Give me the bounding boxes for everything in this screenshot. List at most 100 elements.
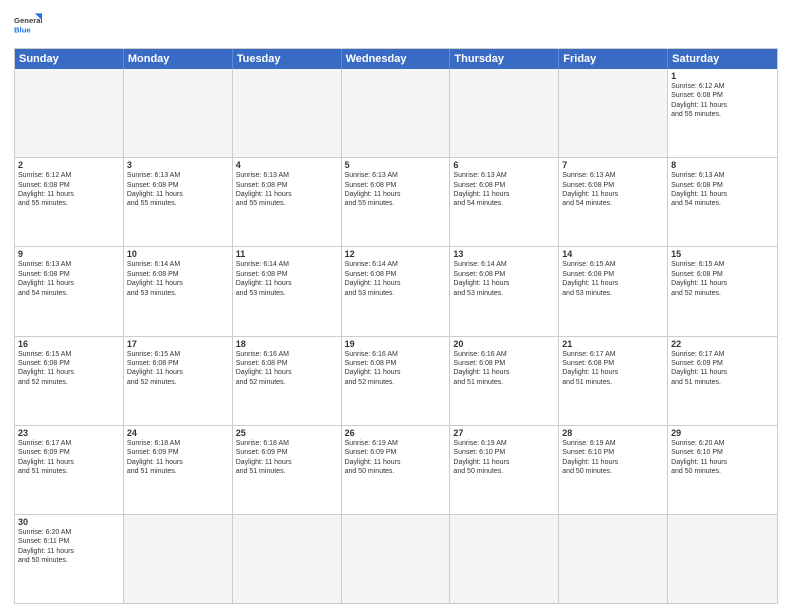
calendar-cell [668,515,777,603]
day-number: 18 [236,339,338,349]
day-number: 15 [671,249,774,259]
weekday-header: Thursday [450,49,559,69]
calendar-cell: 6Sunrise: 6:13 AM Sunset: 6:08 PM Daylig… [450,158,559,246]
day-number: 3 [127,160,229,170]
day-info: Sunrise: 6:12 AM Sunset: 6:08 PM Dayligh… [671,82,774,120]
svg-text:General: General [14,16,42,25]
calendar-cell [559,69,668,157]
day-info: Sunrise: 6:13 AM Sunset: 6:08 PM Dayligh… [18,260,120,298]
day-number: 22 [671,339,774,349]
calendar-cell: 10Sunrise: 6:14 AM Sunset: 6:08 PM Dayli… [124,247,233,335]
weekday-header: Wednesday [342,49,451,69]
calendar-cell: 1Sunrise: 6:12 AM Sunset: 6:08 PM Daylig… [668,69,777,157]
day-number: 9 [18,249,120,259]
calendar-cell: 23Sunrise: 6:17 AM Sunset: 6:09 PM Dayli… [15,426,124,514]
calendar-cell [124,69,233,157]
day-number: 27 [453,428,555,438]
calendar-header: SundayMondayTuesdayWednesdayThursdayFrid… [15,49,777,69]
calendar-cell: 22Sunrise: 6:17 AM Sunset: 6:09 PM Dayli… [668,337,777,425]
day-info: Sunrise: 6:16 AM Sunset: 6:08 PM Dayligh… [345,350,447,388]
calendar-cell: 26Sunrise: 6:19 AM Sunset: 6:09 PM Dayli… [342,426,451,514]
day-info: Sunrise: 6:13 AM Sunset: 6:08 PM Dayligh… [345,171,447,209]
day-info: Sunrise: 6:19 AM Sunset: 6:10 PM Dayligh… [453,439,555,477]
day-info: Sunrise: 6:15 AM Sunset: 6:08 PM Dayligh… [127,350,229,388]
day-info: Sunrise: 6:18 AM Sunset: 6:09 PM Dayligh… [127,439,229,477]
calendar-cell: 14Sunrise: 6:15 AM Sunset: 6:08 PM Dayli… [559,247,668,335]
calendar-cell: 7Sunrise: 6:13 AM Sunset: 6:08 PM Daylig… [559,158,668,246]
calendar-cell: 11Sunrise: 6:14 AM Sunset: 6:08 PM Dayli… [233,247,342,335]
calendar-row: 2Sunrise: 6:12 AM Sunset: 6:08 PM Daylig… [15,158,777,247]
day-info: Sunrise: 6:15 AM Sunset: 6:08 PM Dayligh… [562,260,664,298]
calendar-row: 23Sunrise: 6:17 AM Sunset: 6:09 PM Dayli… [15,426,777,515]
weekday-header: Sunday [15,49,124,69]
day-number: 6 [453,160,555,170]
calendar-cell: 24Sunrise: 6:18 AM Sunset: 6:09 PM Dayli… [124,426,233,514]
calendar-cell: 3Sunrise: 6:13 AM Sunset: 6:08 PM Daylig… [124,158,233,246]
calendar-cell: 15Sunrise: 6:15 AM Sunset: 6:08 PM Dayli… [668,247,777,335]
calendar-cell [559,515,668,603]
page: General Blue SundayMondayTuesdayWednesda… [0,0,792,612]
day-number: 13 [453,249,555,259]
day-info: Sunrise: 6:20 AM Sunset: 6:10 PM Dayligh… [671,439,774,477]
day-number: 8 [671,160,774,170]
day-number: 14 [562,249,664,259]
day-number: 25 [236,428,338,438]
day-info: Sunrise: 6:12 AM Sunset: 6:08 PM Dayligh… [18,171,120,209]
day-info: Sunrise: 6:17 AM Sunset: 6:09 PM Dayligh… [671,350,774,388]
day-number: 23 [18,428,120,438]
calendar: SundayMondayTuesdayWednesdayThursdayFrid… [14,48,778,604]
header: General Blue [14,12,778,40]
calendar-row: 16Sunrise: 6:15 AM Sunset: 6:08 PM Dayli… [15,337,777,426]
calendar-cell: 5Sunrise: 6:13 AM Sunset: 6:08 PM Daylig… [342,158,451,246]
calendar-cell: 27Sunrise: 6:19 AM Sunset: 6:10 PM Dayli… [450,426,559,514]
day-info: Sunrise: 6:15 AM Sunset: 6:08 PM Dayligh… [671,260,774,298]
calendar-cell [342,69,451,157]
weekday-header: Friday [559,49,668,69]
svg-text:Blue: Blue [14,25,31,34]
calendar-cell: 29Sunrise: 6:20 AM Sunset: 6:10 PM Dayli… [668,426,777,514]
day-number: 1 [671,71,774,81]
day-number: 30 [18,517,120,527]
day-number: 17 [127,339,229,349]
calendar-cell: 17Sunrise: 6:15 AM Sunset: 6:08 PM Dayli… [124,337,233,425]
day-number: 29 [671,428,774,438]
calendar-cell: 25Sunrise: 6:18 AM Sunset: 6:09 PM Dayli… [233,426,342,514]
day-info: Sunrise: 6:14 AM Sunset: 6:08 PM Dayligh… [453,260,555,298]
calendar-row: 1Sunrise: 6:12 AM Sunset: 6:08 PM Daylig… [15,69,777,158]
calendar-cell [342,515,451,603]
calendar-cell: 12Sunrise: 6:14 AM Sunset: 6:08 PM Dayli… [342,247,451,335]
calendar-body: 1Sunrise: 6:12 AM Sunset: 6:08 PM Daylig… [15,69,777,603]
calendar-cell: 2Sunrise: 6:12 AM Sunset: 6:08 PM Daylig… [15,158,124,246]
calendar-cell: 30Sunrise: 6:20 AM Sunset: 6:11 PM Dayli… [15,515,124,603]
day-info: Sunrise: 6:18 AM Sunset: 6:09 PM Dayligh… [236,439,338,477]
day-number: 5 [345,160,447,170]
weekday-header: Tuesday [233,49,342,69]
day-info: Sunrise: 6:20 AM Sunset: 6:11 PM Dayligh… [18,528,120,566]
day-number: 2 [18,160,120,170]
day-number: 26 [345,428,447,438]
calendar-cell: 4Sunrise: 6:13 AM Sunset: 6:08 PM Daylig… [233,158,342,246]
weekday-header: Monday [124,49,233,69]
calendar-row: 9Sunrise: 6:13 AM Sunset: 6:08 PM Daylig… [15,247,777,336]
calendar-cell: 19Sunrise: 6:16 AM Sunset: 6:08 PM Dayli… [342,337,451,425]
calendar-cell: 8Sunrise: 6:13 AM Sunset: 6:08 PM Daylig… [668,158,777,246]
day-number: 21 [562,339,664,349]
calendar-cell [233,69,342,157]
day-info: Sunrise: 6:17 AM Sunset: 6:08 PM Dayligh… [562,350,664,388]
calendar-cell: 13Sunrise: 6:14 AM Sunset: 6:08 PM Dayli… [450,247,559,335]
day-info: Sunrise: 6:14 AM Sunset: 6:08 PM Dayligh… [236,260,338,298]
day-info: Sunrise: 6:13 AM Sunset: 6:08 PM Dayligh… [236,171,338,209]
day-number: 19 [345,339,447,349]
calendar-cell: 18Sunrise: 6:16 AM Sunset: 6:08 PM Dayli… [233,337,342,425]
calendar-cell: 9Sunrise: 6:13 AM Sunset: 6:08 PM Daylig… [15,247,124,335]
day-info: Sunrise: 6:14 AM Sunset: 6:08 PM Dayligh… [127,260,229,298]
calendar-cell [450,515,559,603]
day-number: 24 [127,428,229,438]
calendar-cell [15,69,124,157]
day-number: 28 [562,428,664,438]
day-info: Sunrise: 6:13 AM Sunset: 6:08 PM Dayligh… [127,171,229,209]
day-number: 7 [562,160,664,170]
calendar-cell: 28Sunrise: 6:19 AM Sunset: 6:10 PM Dayli… [559,426,668,514]
weekday-header: Saturday [668,49,777,69]
day-info: Sunrise: 6:14 AM Sunset: 6:08 PM Dayligh… [345,260,447,298]
